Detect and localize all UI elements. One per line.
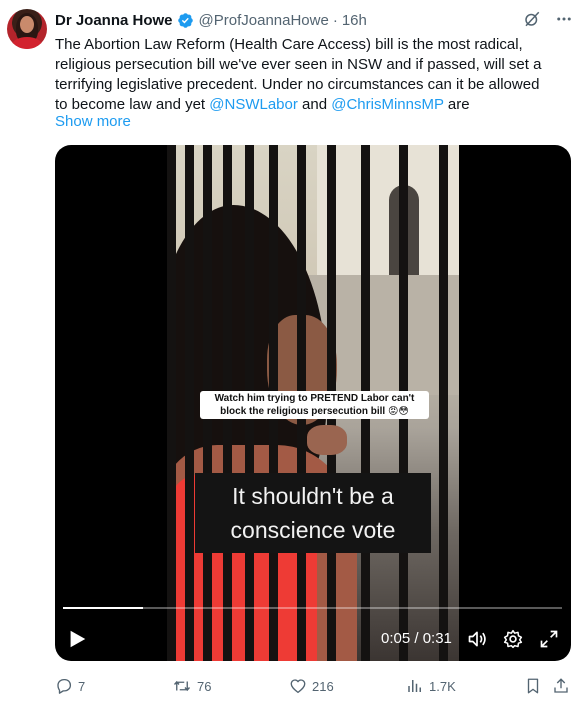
reply-button[interactable]: 7 bbox=[55, 674, 85, 698]
tweet[interactable]: Dr Joanna Howe @ProfJoannaHowe · 16h The… bbox=[0, 0, 587, 703]
share-button[interactable] bbox=[552, 674, 575, 698]
repost-count: 76 bbox=[197, 678, 212, 694]
share-icon bbox=[554, 678, 568, 693]
video-time: 0:05 / 0:31 bbox=[381, 630, 452, 647]
tweet-text-fragment: to become law and yet bbox=[55, 96, 210, 113]
subtitle-line: It shouldn't be a bbox=[232, 483, 394, 509]
bookmark-button[interactable] bbox=[524, 674, 547, 698]
tweet-text-line: religious persecution bill we've ever se… bbox=[55, 56, 542, 73]
like-button[interactable]: 216 bbox=[289, 674, 334, 698]
repost-icon bbox=[173, 680, 191, 692]
mention-chrisminnsmp[interactable]: @ChrisMinnsMP bbox=[331, 96, 443, 113]
play-icon[interactable] bbox=[66, 628, 88, 650]
timestamp[interactable]: 16h bbox=[342, 12, 367, 29]
video-subtitle: It shouldn't be a conscience vote bbox=[195, 473, 431, 553]
views-count: 1.7K bbox=[429, 678, 456, 694]
tweet-text-line: terrifying legislative precedent. Under … bbox=[55, 76, 540, 93]
video-progress-bar[interactable] bbox=[63, 607, 562, 609]
views-button[interactable]: 1.7K bbox=[406, 674, 456, 698]
overlay-caption-line: Watch him trying to PRETEND Labor can't bbox=[214, 393, 415, 404]
volume-icon[interactable] bbox=[467, 629, 487, 649]
subtitle-line: conscience vote bbox=[230, 517, 396, 543]
tweet-header: Dr Joanna Howe @ProfJoannaHowe · 16h bbox=[55, 9, 367, 31]
reply-count: 7 bbox=[78, 678, 86, 694]
tweet-text: The Abortion Law Reform (Health Care Acc… bbox=[55, 35, 575, 115]
settings-icon[interactable] bbox=[503, 629, 523, 649]
tweet-text-line: The Abortion Law Reform (Health Care Acc… bbox=[55, 36, 523, 53]
like-icon bbox=[290, 679, 306, 694]
bookmark-icon bbox=[527, 678, 539, 694]
overlay-caption-line: block the religious persecution bill 😡😳 bbox=[220, 406, 409, 417]
reply-icon bbox=[57, 678, 72, 694]
author-handle[interactable]: @ProfJoannaHowe bbox=[199, 12, 329, 29]
author-name[interactable]: Dr Joanna Howe bbox=[55, 12, 173, 29]
video-overlay-caption: Watch him trying to PRETEND Labor can't … bbox=[200, 391, 429, 419]
tweet-text-line-last: to become law and yet @NSWLabor and @Chr… bbox=[55, 95, 575, 115]
repost-button[interactable]: 76 bbox=[172, 674, 211, 698]
more-icon[interactable] bbox=[555, 10, 573, 28]
verified-badge-icon bbox=[177, 12, 193, 28]
views-icon bbox=[408, 680, 421, 692]
grok-icon[interactable] bbox=[523, 10, 541, 28]
separator: · bbox=[332, 11, 338, 29]
action-bar: 7 76 216 1.7K bbox=[0, 674, 587, 698]
tweet-text-trailing: are bbox=[443, 96, 470, 113]
fullscreen-icon[interactable] bbox=[539, 629, 559, 649]
mention-nswlabor[interactable]: @NSWLabor bbox=[209, 96, 298, 113]
like-count: 216 bbox=[312, 678, 334, 694]
avatar[interactable] bbox=[7, 9, 47, 49]
show-more-link[interactable]: Show more bbox=[55, 113, 131, 130]
video-progress-fill bbox=[63, 607, 143, 609]
tweet-text-connector: and bbox=[297, 96, 332, 113]
